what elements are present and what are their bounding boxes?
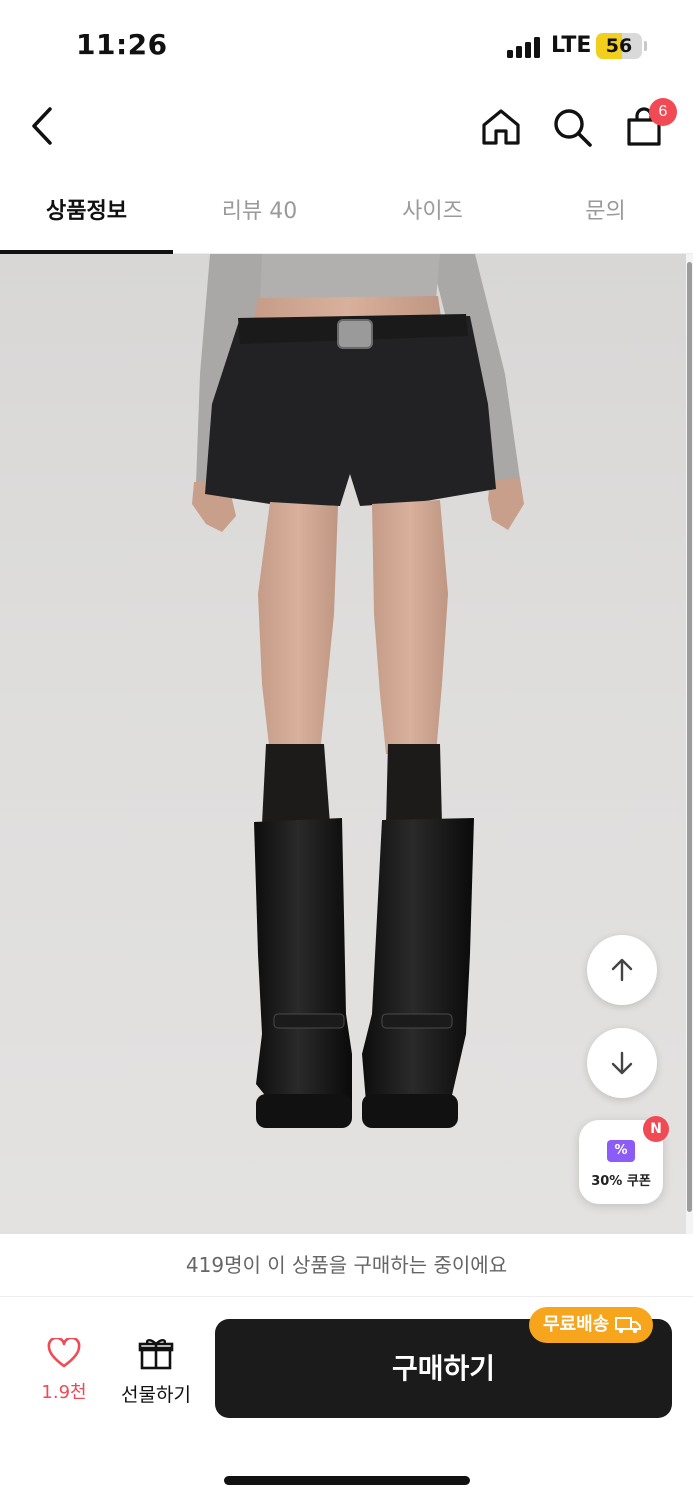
- back-button[interactable]: [22, 104, 62, 148]
- battery-percent: 56: [605, 35, 633, 57]
- battery-icon: 56: [596, 33, 642, 59]
- battery-nub: [644, 41, 647, 51]
- scroll-up-button[interactable]: [587, 935, 657, 1005]
- like-count: 1.9천: [41, 1382, 87, 1403]
- free-shipping-label: 무료배송: [543, 1314, 610, 1335]
- network-type: LTE: [551, 33, 592, 58]
- tab-product-info[interactable]: 상품정보: [0, 178, 173, 254]
- coupon-label: 30% 쿠폰: [591, 1174, 651, 1189]
- gift-label: 선물하기: [121, 1384, 191, 1406]
- tab-size[interactable]: 사이즈: [346, 178, 519, 253]
- product-photo-illustration: [192, 254, 524, 1128]
- search-icon: [554, 109, 592, 147]
- product-tabs: 상품정보 리뷰 40 사이즈 문의: [0, 178, 693, 254]
- arrow-down-icon: [611, 1051, 633, 1075]
- signal-icon: [507, 36, 543, 58]
- truck-icon: [615, 1317, 642, 1334]
- top-nav: [0, 90, 693, 170]
- search-button[interactable]: [549, 104, 595, 150]
- tab-inquiry[interactable]: 문의: [519, 178, 692, 253]
- home-button[interactable]: [478, 104, 524, 150]
- purchasing-notice: 419명이 이 상품을 구매하는 중이에요: [0, 1234, 693, 1297]
- coupon-icon: %: [607, 1140, 635, 1162]
- chevron-left-icon: [32, 107, 52, 145]
- free-shipping-badge: 무료배송: [529, 1307, 654, 1343]
- coupon-new-badge: N: [643, 1116, 669, 1142]
- like-button[interactable]: 1.9천: [30, 1336, 98, 1404]
- product-image: [0, 254, 686, 1234]
- gift-button[interactable]: 선물하기: [114, 1336, 198, 1407]
- heart-icon: [47, 1336, 81, 1368]
- status-time: 11:26: [76, 28, 168, 61]
- scroll-down-button[interactable]: [587, 1028, 657, 1098]
- cart-count-badge: 6: [649, 98, 677, 126]
- arrow-up-icon: [611, 958, 633, 982]
- tab-reviews[interactable]: 리뷰 40: [173, 178, 346, 253]
- scroll-thumb[interactable]: [687, 262, 692, 1212]
- status-bar: 11:26 LTE 56: [0, 0, 693, 90]
- home-icon: [482, 109, 520, 145]
- gift-icon: [138, 1339, 174, 1370]
- home-indicator[interactable]: [224, 1476, 470, 1485]
